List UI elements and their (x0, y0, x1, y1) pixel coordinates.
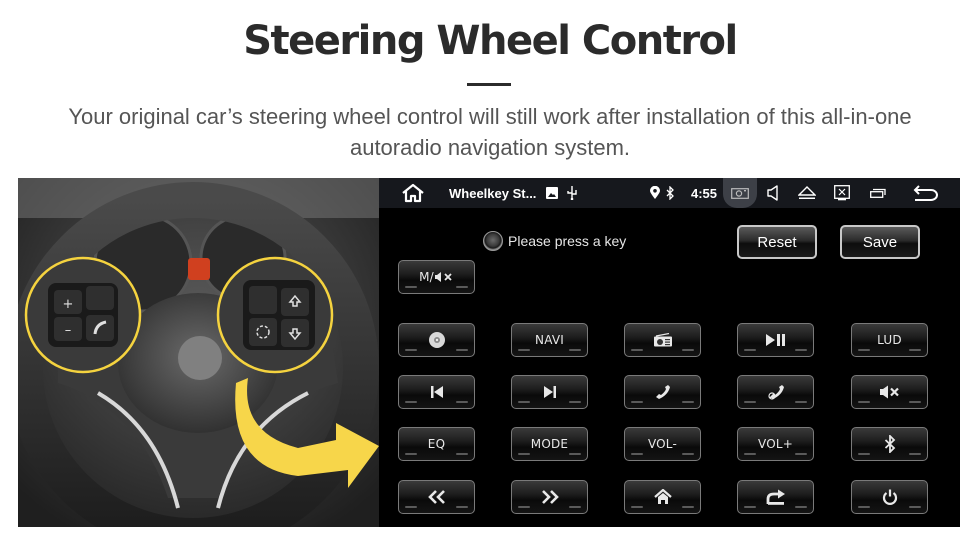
key-label: NAVI (535, 333, 564, 347)
disc-icon (428, 331, 446, 349)
key-mute-mode[interactable]: M/ (398, 260, 475, 294)
image-icon (545, 178, 559, 208)
key-label: LUD (877, 333, 902, 347)
key-hangup[interactable] (737, 375, 814, 409)
skip-previous-icon (430, 386, 444, 398)
headline-divider (467, 83, 511, 86)
key-mode[interactable]: MODE (511, 427, 588, 461)
key-play-pause[interactable] (737, 323, 814, 357)
clock: 4:55 (691, 185, 718, 201)
key-power[interactable] (851, 480, 928, 514)
source-button (249, 318, 277, 346)
status-bar: Wheelkey St... 4:55 (379, 178, 960, 208)
prompt-text: Please press a key (508, 233, 627, 249)
usb-icon (566, 178, 578, 208)
home-icon (653, 489, 672, 505)
key-call[interactable] (624, 375, 701, 409)
speaker-mute-icon (434, 272, 452, 282)
phone-answer-icon (654, 383, 672, 401)
svg-text:–: – (65, 323, 72, 338)
recent-apps-icon[interactable] (869, 178, 887, 208)
key-next[interactable] (511, 375, 588, 409)
camera-icon[interactable] (729, 178, 751, 208)
key-prev[interactable] (398, 375, 475, 409)
key-navi[interactable]: NAVI (511, 323, 588, 357)
bluetooth-icon (884, 435, 896, 453)
mute-icon (879, 385, 901, 399)
warning-display (188, 258, 210, 280)
horn-emblem (178, 336, 222, 380)
subtitle-line-2: autoradio navigation system. (349, 135, 631, 160)
key-label: VOL+ (758, 437, 793, 451)
return-icon (766, 489, 786, 505)
subtitle-line-1: Your original car’s steering wheel contr… (68, 104, 912, 129)
volume-icon[interactable] (765, 178, 781, 208)
key-label: EQ (427, 437, 446, 451)
key-label: MODE (530, 437, 569, 451)
mode-button (249, 286, 277, 314)
key-vol-up[interactable]: VOL+ (737, 427, 814, 461)
key-eq[interactable]: EQ (398, 427, 475, 461)
save-button[interactable]: Save (840, 225, 920, 259)
svg-text:+: + (63, 297, 74, 312)
key-disc[interactable] (398, 323, 475, 357)
steering-wheel-illustration: + – (18, 178, 379, 527)
back-icon[interactable] (911, 178, 941, 208)
power-icon (882, 489, 898, 505)
rewind-icon (427, 490, 447, 504)
steering-wheel-photo: + – (18, 178, 379, 527)
play-pause-icon (765, 333, 787, 347)
key-prompt: Please press a key (483, 230, 626, 252)
page-headline: Steering Wheel Control (243, 18, 738, 64)
key-radio[interactable] (624, 323, 701, 357)
key-vol-down[interactable]: VOL- (624, 427, 701, 461)
eject-icon[interactable] (797, 178, 817, 208)
key-mute[interactable] (851, 375, 928, 409)
key-fast-forward[interactable] (511, 480, 588, 514)
voice-button (86, 286, 114, 310)
down-button (281, 319, 309, 347)
location-icon (649, 178, 661, 208)
bluetooth-status-icon (665, 178, 675, 208)
skip-next-icon (543, 386, 557, 398)
app-title: Wheelkey St... (449, 185, 537, 201)
page-subtitle: Your original car’s steering wheel contr… (30, 101, 950, 163)
phone-button (86, 315, 114, 341)
head-unit-screen: Wheelkey St... 4:55 Please press a key R… (379, 178, 960, 527)
radio-icon (653, 333, 673, 347)
fast-forward-icon (540, 490, 560, 504)
key-lud[interactable]: LUD (851, 323, 928, 357)
reset-button[interactable]: Reset (737, 225, 817, 259)
key-rewind[interactable] (398, 480, 475, 514)
phone-hangup-icon (766, 383, 786, 401)
key-home[interactable] (624, 480, 701, 514)
key-label: VOL- (647, 437, 678, 451)
mute-mode-label: M/ (419, 270, 434, 284)
home-icon[interactable] (399, 178, 427, 208)
status-led-icon (483, 231, 503, 251)
left-control-cluster: + – (24, 256, 142, 374)
key-return[interactable] (737, 480, 814, 514)
up-button (281, 288, 309, 316)
right-control-cluster (216, 256, 334, 374)
close-window-icon[interactable] (833, 178, 851, 208)
key-bluetooth[interactable] (851, 427, 928, 461)
